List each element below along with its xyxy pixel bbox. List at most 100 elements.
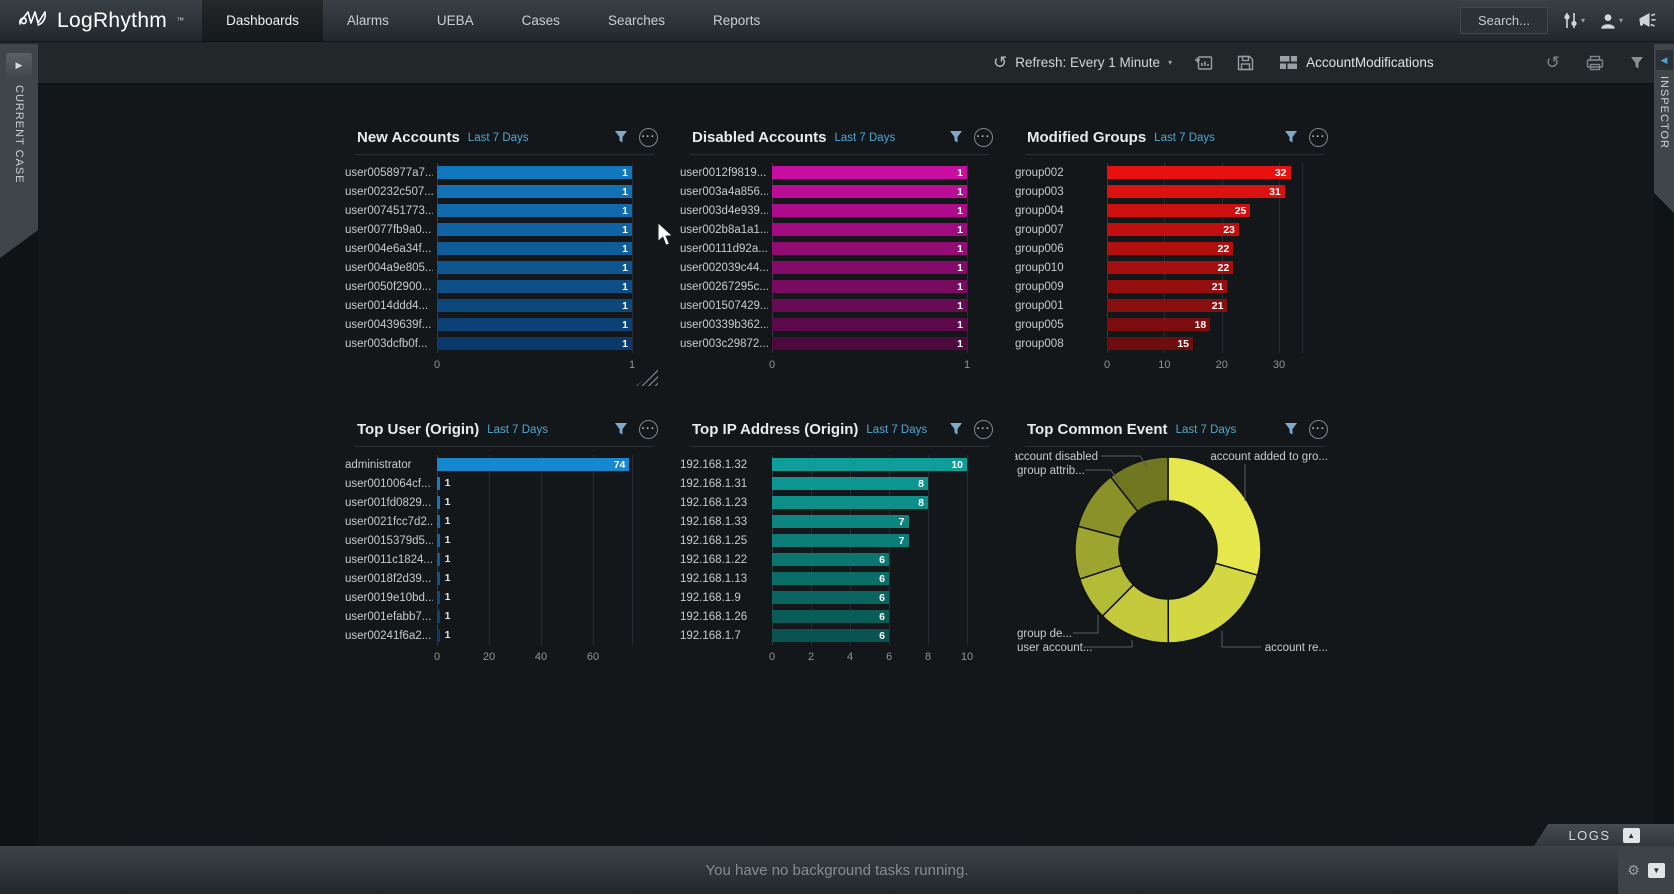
bar-track: 7	[772, 534, 967, 547]
bar[interactable]: 1	[772, 223, 967, 236]
bar[interactable]: 1	[772, 261, 967, 274]
donut-slice[interactable]	[1168, 563, 1257, 643]
dashboard-widget: New Accounts Last 7 Days ··· user0058977…	[345, 112, 660, 376]
bar[interactable]: 7	[772, 534, 909, 547]
gear-icon[interactable]: ⚙	[1627, 862, 1640, 879]
bar[interactable]	[437, 610, 440, 623]
bar[interactable]: 21	[1107, 280, 1227, 293]
nav-tab-dashboards[interactable]: Dashboards	[202, 0, 323, 41]
widget-filter-icon[interactable]	[614, 130, 628, 144]
bar[interactable]: 1	[437, 242, 632, 255]
bar[interactable]: 15	[1107, 337, 1193, 350]
widget-filter-icon[interactable]	[949, 422, 963, 436]
bar[interactable]: 6	[772, 591, 889, 604]
add-widget-icon[interactable]	[1194, 55, 1213, 71]
bar[interactable]: 1	[772, 337, 967, 350]
bar-row: user002b8a1a1...1	[680, 220, 995, 239]
bar[interactable]: 6	[772, 553, 889, 566]
widget-filter-icon[interactable]	[1284, 130, 1298, 144]
nav-tab-cases[interactable]: Cases	[498, 0, 584, 41]
undo-icon[interactable]: ↺	[1546, 54, 1560, 71]
current-case-tab[interactable]: ▶ CURRENT CASE	[0, 44, 38, 258]
axis-tick: 0	[769, 359, 775, 371]
bar-row: 192.168.1.226	[680, 550, 995, 569]
dashboard-selector[interactable]: AccountModifications	[1280, 55, 1434, 70]
bar[interactable]: 1	[437, 204, 632, 217]
bar[interactable]: 1	[437, 166, 632, 179]
refresh-control[interactable]: ↺ Refresh: Every 1 Minute ▾	[993, 54, 1172, 71]
bar[interactable]: 21	[1107, 299, 1227, 312]
bar[interactable]: 1	[772, 204, 967, 217]
save-icon[interactable]	[1237, 55, 1254, 71]
widget-menu-icon[interactable]: ···	[639, 420, 658, 439]
global-filter-control[interactable]: ▾	[1563, 12, 1585, 29]
bar[interactable]: 25	[1107, 204, 1250, 217]
donut-slice[interactable]	[1168, 457, 1261, 575]
widget-menu-icon[interactable]: ···	[639, 128, 658, 147]
bar[interactable]: 8	[772, 477, 928, 490]
bar[interactable]	[437, 496, 440, 509]
expand-inspector-button[interactable]: ◀	[1656, 50, 1673, 70]
collapse-logs-button[interactable]: ▼	[1648, 863, 1665, 878]
bar[interactable]: 1	[437, 299, 632, 312]
bar[interactable]: 18	[1107, 318, 1210, 331]
nav-tab-ueba[interactable]: UEBA	[413, 0, 498, 41]
bar[interactable]: 7	[772, 515, 909, 528]
widget-body: administrator74user0010064cf...1user001f…	[345, 455, 660, 666]
bar-value: 15	[1177, 338, 1193, 350]
bar[interactable]: 8	[772, 496, 928, 509]
widget-menu-icon[interactable]: ···	[974, 128, 993, 147]
bar[interactable]	[437, 515, 440, 528]
bar[interactable]	[437, 553, 440, 566]
nav-tab-reports[interactable]: Reports	[689, 0, 784, 41]
bar-label: 192.168.1.25	[680, 535, 768, 547]
bar[interactable]: 1	[437, 318, 632, 331]
bar[interactable]	[437, 591, 440, 604]
user-menu[interactable]: ▾	[1600, 13, 1623, 29]
widget-menu-icon[interactable]: ···	[1309, 128, 1328, 147]
inspector-tab[interactable]: ◀ INSPECTOR	[1654, 44, 1674, 213]
bar[interactable]: 1	[772, 166, 967, 179]
bar[interactable]: 22	[1107, 242, 1233, 255]
bar[interactable]: 6	[772, 610, 889, 623]
bar[interactable]: 1	[437, 223, 632, 236]
bar[interactable]: 22	[1107, 261, 1233, 274]
filter-icon[interactable]	[1630, 56, 1644, 70]
logs-panel-tab[interactable]: LOGS ▲	[1534, 824, 1674, 846]
bar-value: 1	[957, 167, 967, 179]
bar[interactable]: 31	[1107, 185, 1285, 198]
bar[interactable]: 1	[437, 280, 632, 293]
expand-current-case-button[interactable]: ▶	[6, 53, 32, 77]
announcements-icon[interactable]	[1638, 12, 1658, 29]
print-icon[interactable]	[1586, 55, 1604, 71]
bar[interactable]: 1	[772, 242, 967, 255]
widget-filter-icon[interactable]	[614, 422, 628, 436]
bar[interactable]: 23	[1107, 223, 1239, 236]
bar[interactable]	[437, 534, 440, 547]
bar[interactable]	[437, 572, 440, 585]
widget-filter-icon[interactable]	[1284, 422, 1298, 436]
bar[interactable]: 1	[772, 280, 967, 293]
widget-menu-icon[interactable]: ···	[974, 420, 993, 439]
bar[interactable]: 32	[1107, 166, 1291, 179]
bar[interactable]: 74	[437, 458, 629, 471]
bar[interactable]: 10	[772, 458, 967, 471]
bar[interactable]: 1	[437, 261, 632, 274]
nav-tab-alarms[interactable]: Alarms	[323, 0, 413, 41]
bar[interactable]: 6	[772, 629, 889, 642]
bar-row: user0010064cf...1	[345, 474, 660, 493]
bar[interactable]: 1	[772, 185, 967, 198]
bar[interactable]: 1	[772, 299, 967, 312]
bar[interactable]: 1	[437, 185, 632, 198]
expand-logs-button[interactable]: ▲	[1623, 828, 1640, 843]
bar-row: user0018f2d39...1	[345, 569, 660, 588]
bar[interactable]: 6	[772, 572, 889, 585]
search-button[interactable]: Search...	[1460, 7, 1548, 34]
widget-menu-icon[interactable]: ···	[1309, 420, 1328, 439]
bar[interactable]	[437, 477, 440, 490]
bar[interactable]	[437, 629, 440, 642]
bar[interactable]: 1	[437, 337, 632, 350]
bar[interactable]: 1	[772, 318, 967, 331]
nav-tab-searches[interactable]: Searches	[584, 0, 689, 41]
widget-filter-icon[interactable]	[949, 130, 963, 144]
